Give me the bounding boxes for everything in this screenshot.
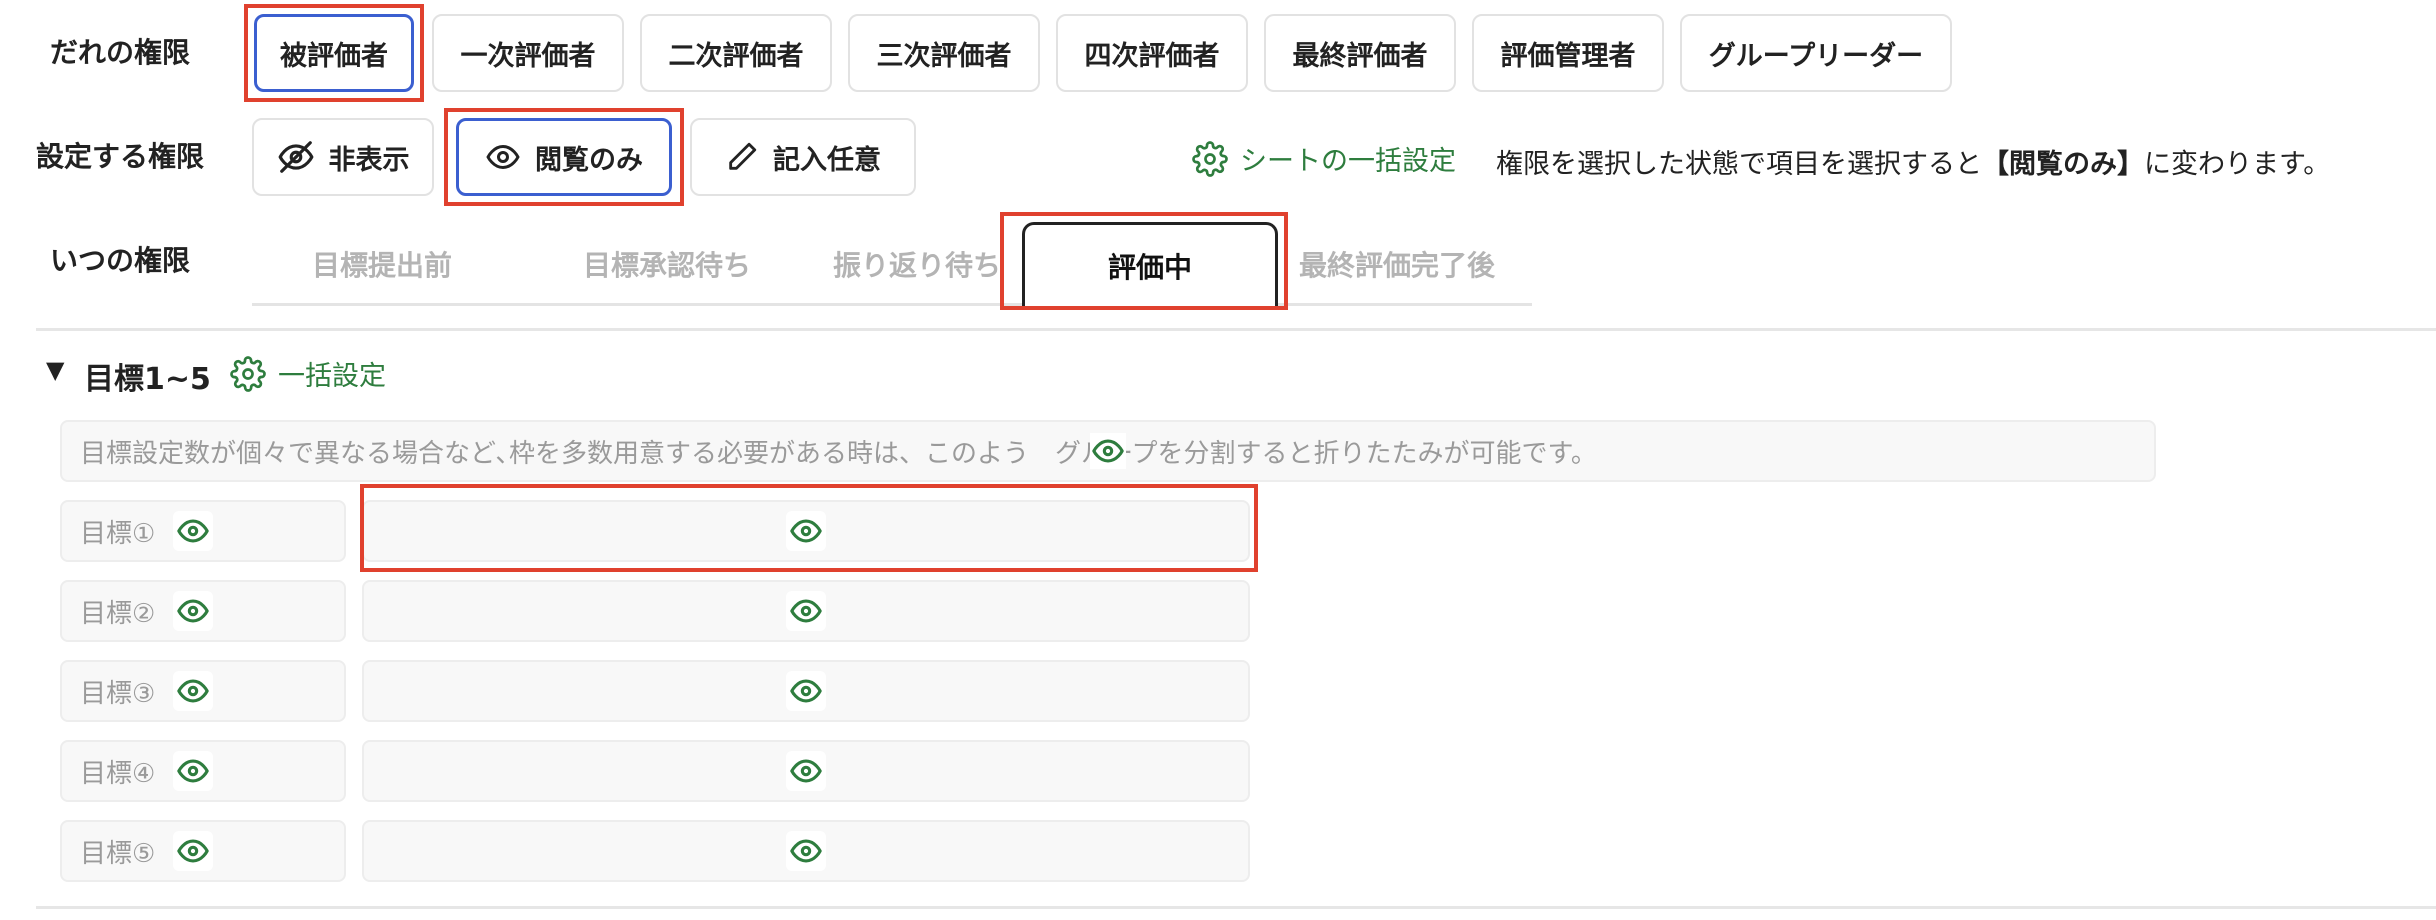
pencil-icon xyxy=(725,140,759,174)
goal-label-text: 目標① xyxy=(80,518,156,549)
goal-label-1[interactable]: 目標① xyxy=(60,500,346,562)
tab-after-final-evaluation[interactable]: 最終評価完了後 xyxy=(1272,222,1522,306)
collapse-toggle-icon[interactable]: ▼ xyxy=(46,356,64,384)
goal-label-3[interactable]: 目標③ xyxy=(60,660,346,722)
note-text: 目標設定数が個々で異なる場合など､枠を多数用意する必要がある時は、このよう グル… xyxy=(80,438,1597,469)
role-button-evaluatee[interactable]: 被評価者 xyxy=(254,14,414,92)
eye-icon xyxy=(786,831,826,871)
role-label: 三次評価者 xyxy=(876,40,1012,72)
permission-label: 記入任意 xyxy=(773,144,881,176)
permission-hidden-button[interactable]: 非表示 xyxy=(252,118,434,196)
eye-icon xyxy=(786,671,826,711)
tab-before-goal-submission[interactable]: 目標提出前 xyxy=(282,222,482,306)
permission-hint: 権限を選択した状態で項目を選択すると【閲覧のみ】に変わります。 xyxy=(1496,142,2330,181)
phase-tabs: 目標提出前 目標承認待ち 振り返り待ち 評価中 最終評価完了後 xyxy=(252,222,1532,306)
eye-off-icon xyxy=(277,138,315,176)
goal-label-text: 目標④ xyxy=(80,758,156,789)
goal-label-text: 目標② xyxy=(80,598,156,629)
setting-label: 設定する権限 xyxy=(36,140,205,173)
goal-field-4[interactable] xyxy=(362,740,1250,802)
goal-label-text: 目標⑤ xyxy=(80,838,156,869)
gear-icon xyxy=(230,355,266,392)
goal-label-text: 目標③ xyxy=(80,678,156,709)
tab-label: 最終評価完了後 xyxy=(1298,249,1495,282)
section-bulk-setting-link[interactable]: 一括設定 xyxy=(230,354,386,393)
role-button-second-evaluator[interactable]: 二次評価者 xyxy=(640,14,832,92)
section-title: 目標1~5 xyxy=(84,362,211,397)
eye-icon xyxy=(173,591,214,631)
goal-label-5[interactable]: 目標⑤ xyxy=(60,820,346,882)
role-button-evaluation-admin[interactable]: 評価管理者 xyxy=(1472,14,1664,92)
sheet-bulk-setting-label: シートの一括設定 xyxy=(1240,146,1456,177)
divider xyxy=(36,328,2436,331)
role-label: 一次評価者 xyxy=(460,40,596,72)
eye-icon xyxy=(786,751,826,791)
goal-label-4[interactable]: 目標④ xyxy=(60,740,346,802)
role-label: 四次評価者 xyxy=(1084,40,1220,72)
role-label: グループリーダー xyxy=(1708,40,1924,72)
eye-icon xyxy=(786,511,826,551)
hint-prefix: 権限を選択した状態で項目を選択すると xyxy=(1496,149,1982,180)
sheet-bulk-setting-link[interactable]: シートの一括設定 xyxy=(1192,139,1456,178)
tab-label: 目標承認待ち xyxy=(582,249,751,282)
permission-label: 閲覧のみ xyxy=(535,144,643,176)
divider xyxy=(36,906,2436,909)
gear-icon xyxy=(1192,140,1228,177)
goal-field-1[interactable] xyxy=(362,500,1250,562)
permission-label: 非表示 xyxy=(328,144,410,176)
role-button-fourth-evaluator[interactable]: 四次評価者 xyxy=(1056,14,1248,92)
role-label: 被評価者 xyxy=(280,40,388,72)
eye-icon xyxy=(786,591,826,631)
who-label: だれの権限 xyxy=(50,36,191,69)
permission-optional-input-button[interactable]: 記入任意 xyxy=(690,118,916,196)
role-button-third-evaluator[interactable]: 三次評価者 xyxy=(848,14,1040,92)
eye-icon xyxy=(173,671,214,711)
hint-suffix: に変わります。 xyxy=(2144,149,2331,180)
tab-label: 評価中 xyxy=(1107,250,1192,284)
section-bulk-setting-label: 一括設定 xyxy=(278,361,386,392)
role-button-final-evaluator[interactable]: 最終評価者 xyxy=(1264,14,1456,92)
role-button-first-evaluator[interactable]: 一次評価者 xyxy=(432,14,624,92)
role-label: 二次評価者 xyxy=(668,40,804,72)
role-button-group-leader[interactable]: グループリーダー xyxy=(1680,14,1952,92)
eye-icon xyxy=(1090,433,1126,469)
permission-readonly-button[interactable]: 閲覧のみ xyxy=(456,118,672,196)
eye-icon xyxy=(173,831,214,871)
eye-icon xyxy=(173,511,214,551)
hint-bold: 【閲覧のみ】 xyxy=(1982,149,2144,180)
tab-awaiting-goal-approval[interactable]: 目標承認待ち xyxy=(542,222,792,306)
goal-field-3[interactable] xyxy=(362,660,1250,722)
role-label: 評価管理者 xyxy=(1500,40,1636,72)
goal-label-2[interactable]: 目標② xyxy=(60,580,346,642)
tab-label: 目標提出前 xyxy=(311,249,452,282)
goal-field-5[interactable] xyxy=(362,820,1250,882)
role-label: 最終評価者 xyxy=(1292,40,1428,72)
eye-icon xyxy=(173,751,214,791)
tab-label: 振り返り待ち xyxy=(832,249,1001,282)
when-label: いつの権限 xyxy=(50,244,191,277)
goal-field-2[interactable] xyxy=(362,580,1250,642)
tab-awaiting-review[interactable]: 振り返り待ち xyxy=(792,222,1042,306)
eye-icon xyxy=(485,139,521,175)
tab-under-evaluation[interactable]: 評価中 xyxy=(1022,222,1278,306)
